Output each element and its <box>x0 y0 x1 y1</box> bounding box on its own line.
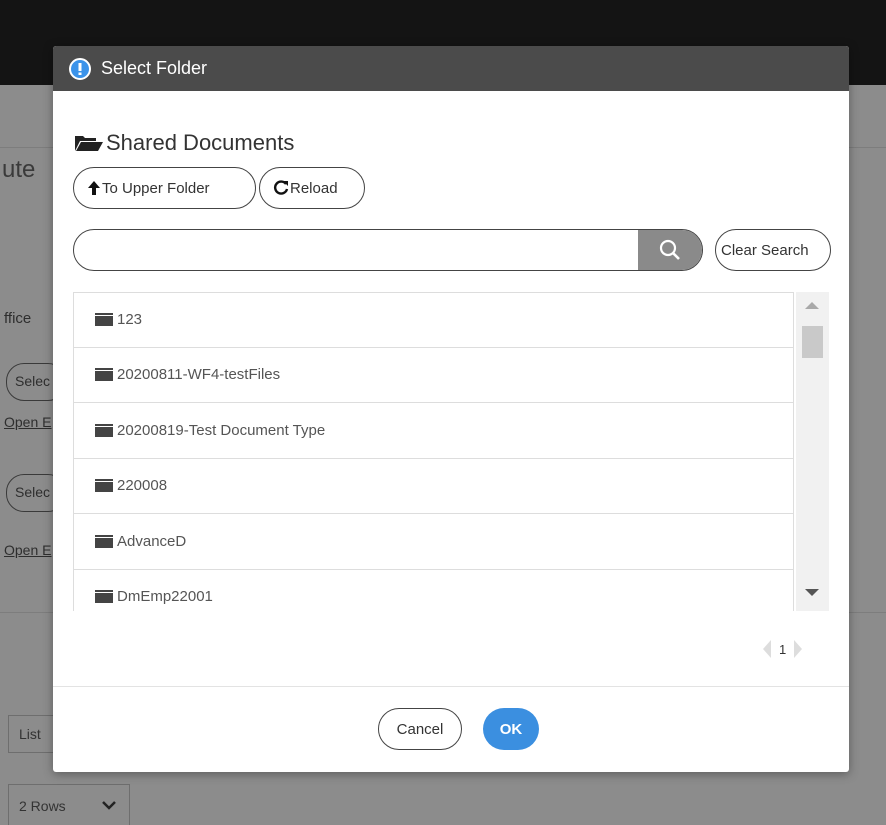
folder-open-icon <box>75 136 103 151</box>
background-open-link: Open E <box>4 542 52 558</box>
folder-name: 220008 <box>117 477 168 495</box>
search-input[interactable] <box>74 230 638 270</box>
pagination: 1 <box>763 640 803 658</box>
folder-icon <box>95 479 113 493</box>
upper-folder-label: To Upper Folder <box>102 179 210 197</box>
search-box <box>73 229 703 271</box>
folder-name: 20200811-WF4-testFiles <box>117 366 281 384</box>
folder-list-scrollbar[interactable] <box>796 292 829 611</box>
previous-page-icon[interactable] <box>763 640 771 658</box>
arrow-up-icon <box>88 181 100 195</box>
next-page-icon[interactable] <box>794 640 803 658</box>
upper-folder-button[interactable]: To Upper Folder <box>73 167 256 209</box>
ok-button[interactable]: OK <box>483 708 539 750</box>
folder-list-container: 123 20200811-WF4-testFiles 20200819-Test… <box>73 292 829 611</box>
folder-list-item[interactable]: AdvanceD <box>73 514 794 570</box>
folder-list: 123 20200811-WF4-testFiles 20200819-Test… <box>73 292 794 611</box>
reload-button[interactable]: Reload <box>259 167 365 209</box>
scroll-down-arrow-icon[interactable] <box>805 589 819 596</box>
folder-icon <box>95 590 113 604</box>
footer-divider <box>53 686 849 687</box>
background-open-link: Open E <box>4 414 52 430</box>
background-office-label: ffice <box>4 310 32 327</box>
info-icon <box>69 57 91 80</box>
chevron-down-icon <box>102 801 116 810</box>
dialog-title: Select Folder <box>101 58 208 78</box>
folder-list-item[interactable]: 20200819-Test Document Type <box>73 403 794 459</box>
folder-list-item[interactable]: DmEmp22001 <box>73 569 794 611</box>
folder-icon <box>95 368 113 382</box>
scroll-up-arrow-icon[interactable] <box>805 302 819 309</box>
folder-name: DmEmp22001 <box>117 588 213 606</box>
folder-name: 123 <box>117 311 143 329</box>
folder-icon <box>95 313 113 327</box>
folder-list-item[interactable]: 20200811-WF4-testFiles <box>73 347 794 403</box>
folder-list-item[interactable]: 123 <box>73 292 794 348</box>
folder-name: AdvanceD <box>117 532 187 550</box>
background-page-title: ute <box>2 156 36 183</box>
background-rows-select: 2 Rows <box>8 784 130 825</box>
reload-label: Reload <box>290 179 338 197</box>
select-folder-dialog: Select Folder Shared Documents To Upper … <box>53 46 849 772</box>
current-folder-heading: Shared Documents <box>74 130 294 156</box>
folder-name: 20200819-Test Document Type <box>117 421 326 439</box>
search-icon <box>659 239 680 260</box>
rows-select-label: 2 Rows <box>19 798 66 814</box>
search-button[interactable] <box>638 230 702 270</box>
clear-search-button[interactable]: Clear Search <box>715 229 831 271</box>
folder-icon <box>95 534 113 548</box>
scrollbar-thumb[interactable] <box>802 326 823 358</box>
current-folder-name: Shared Documents <box>106 130 295 155</box>
dialog-header: Select Folder <box>53 46 849 91</box>
refresh-icon <box>274 180 289 195</box>
current-page-number[interactable]: 1 <box>779 642 786 657</box>
cancel-button[interactable]: Cancel <box>378 708 462 750</box>
folder-list-item[interactable]: 220008 <box>73 458 794 514</box>
folder-icon <box>95 423 113 437</box>
